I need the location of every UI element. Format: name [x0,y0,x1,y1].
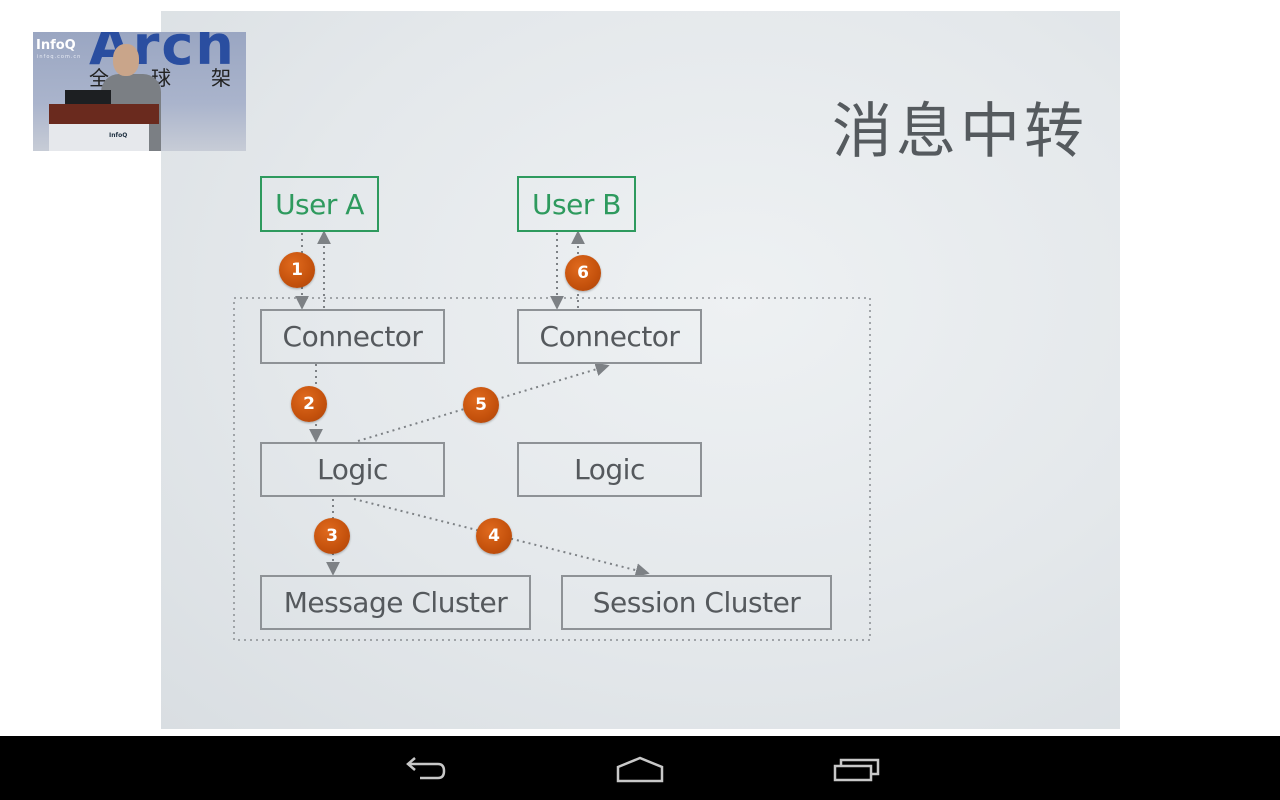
node-connector-b-label: Connector [539,320,680,353]
node-user-a: User A [260,176,379,232]
speaker-video-overlay[interactable]: Arch InfoQ infoq.com.cn 全 球 架 InfoQ [33,32,246,151]
node-connector-a: Connector [260,309,445,364]
node-logic-b-label: Logic [574,453,645,486]
podium-label: InfoQ [109,132,128,139]
node-user-a-label: User A [275,187,364,221]
node-logic-a: Logic [260,442,445,497]
home-button[interactable] [610,750,670,790]
speaker-head [113,44,139,76]
presentation-slide: 消息中转 User A User B Connector Connector L… [161,11,1120,729]
node-message-cluster-label: Message Cluster [283,586,508,619]
node-user-b-label: User B [532,187,621,221]
banner-cjk-char-3: 架 [211,66,231,90]
infoq-logo-subtitle: infoq.com.cn [37,54,82,60]
step-badge-6: 6 [565,255,601,291]
android-navigation-bar [0,736,1280,800]
slide-title: 消息中转 [832,97,1088,167]
recents-icon [833,758,880,782]
node-connector-a-label: Connector [282,320,423,353]
recents-button[interactable] [827,750,887,790]
node-session-cluster: Session Cluster [561,575,832,630]
step-badge-5: 5 [463,387,499,423]
node-session-cluster-label: Session Cluster [592,586,801,619]
node-message-cluster: Message Cluster [260,575,531,630]
step-badge-2: 2 [291,386,327,422]
node-user-b: User B [517,176,636,232]
back-icon [406,757,446,780]
step-badge-4: 4 [476,518,512,554]
step-badge-1: 1 [279,252,315,288]
node-connector-b: Connector [517,309,702,364]
home-icon [616,756,664,783]
infoq-logo: InfoQ [36,38,76,53]
node-logic-a-label: Logic [317,453,388,486]
node-logic-b: Logic [517,442,702,497]
podium-top [49,104,159,124]
podium-front [49,124,149,151]
step-badge-3: 3 [314,518,350,554]
back-button[interactable] [394,750,454,790]
